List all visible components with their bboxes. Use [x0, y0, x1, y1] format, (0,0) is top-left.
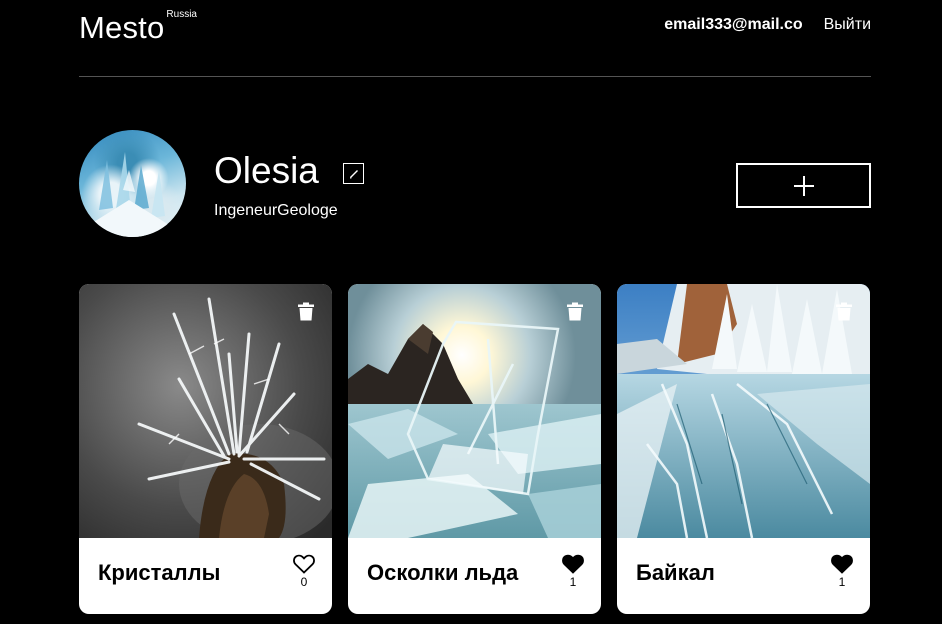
- profile-avatar[interactable]: [79, 130, 186, 237]
- heart-filled-icon[interactable]: [831, 554, 853, 574]
- card: Байкал 1: [617, 284, 870, 614]
- card: Осколки льда 1: [348, 284, 601, 614]
- profile-about: IngeneurGeologe: [214, 202, 338, 219]
- heart-filled-icon[interactable]: [562, 554, 584, 574]
- pencil-icon: [349, 169, 358, 178]
- profile: Olesia IngeneurGeologe: [79, 130, 871, 240]
- user-email: email333@mail.co: [664, 16, 803, 33]
- cards-grid: Кристаллы 0 Осколки льда 1 Байкал 1: [79, 284, 871, 624]
- edit-profile-button[interactable]: [343, 163, 364, 184]
- add-card-button[interactable]: [736, 163, 871, 208]
- header-user-menu: email333@mail.co Выйти: [664, 16, 871, 34]
- card-image[interactable]: [348, 284, 601, 538]
- delete-card-button[interactable]: [297, 302, 315, 321]
- card-title: Осколки льда: [367, 560, 519, 585]
- card: Кристаллы 0: [79, 284, 332, 614]
- card-title: Байкал: [636, 560, 715, 585]
- profile-name: Olesia: [214, 150, 319, 191]
- header: Mesto Russia email333@mail.co Выйти: [79, 0, 871, 77]
- plus-icon: [793, 175, 814, 196]
- like-count: 1: [569, 575, 577, 589]
- like-group: 1: [830, 554, 854, 589]
- trash-icon: [836, 302, 852, 321]
- like-group: 1: [561, 554, 585, 589]
- logo-text: Mesto: [79, 10, 165, 45]
- card-image[interactable]: [617, 284, 870, 538]
- logo[interactable]: Mesto Russia: [79, 8, 197, 48]
- logout-link[interactable]: Выйти: [824, 16, 871, 34]
- like-group: 0: [292, 554, 316, 589]
- trash-icon: [567, 302, 583, 321]
- heart-outline-icon[interactable]: [293, 554, 315, 574]
- avatar-image: [89, 152, 174, 237]
- card-title: Кристаллы: [98, 560, 221, 585]
- trash-icon: [298, 302, 314, 321]
- logo-superscript: Russia: [166, 9, 197, 20]
- card-image[interactable]: [79, 284, 332, 538]
- delete-card-button[interactable]: [566, 302, 584, 321]
- delete-card-button[interactable]: [835, 302, 853, 321]
- like-count: 0: [300, 575, 308, 589]
- like-count: 1: [838, 575, 846, 589]
- page: Mesto Russia email333@mail.co Выйти Oles…: [0, 0, 942, 624]
